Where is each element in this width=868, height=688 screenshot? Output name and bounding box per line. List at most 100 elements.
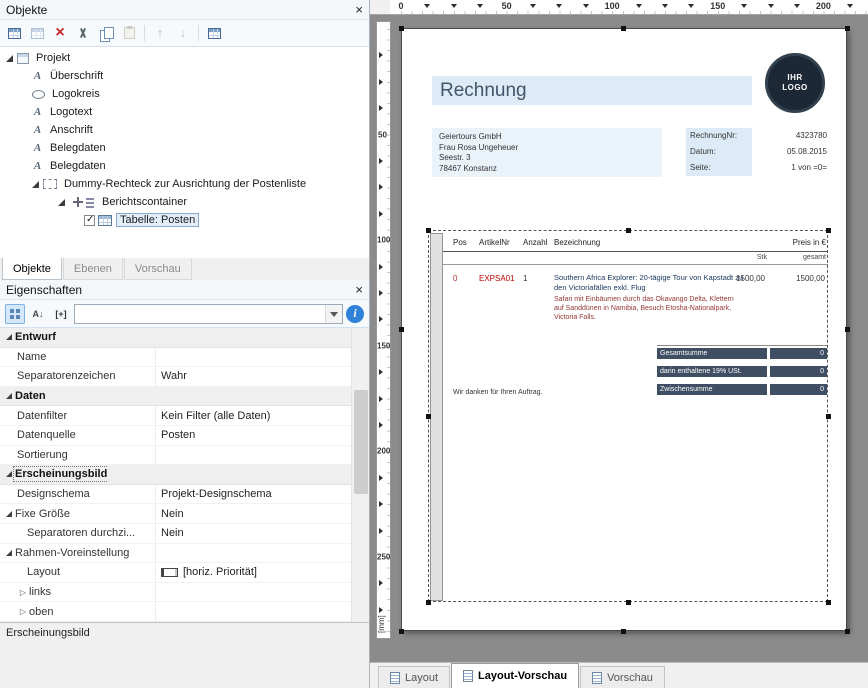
property-row[interactable]: Designschema Projekt-Designschema	[0, 485, 352, 505]
expression-mode-button[interactable]	[51, 304, 71, 324]
tree-item-checkbox[interactable]	[84, 215, 95, 226]
property-expander-icon[interactable]	[3, 393, 15, 399]
property-expander-icon[interactable]	[17, 588, 29, 597]
property-grid-scrollbar[interactable]	[351, 328, 369, 622]
tree-expander-icon[interactable]	[58, 199, 69, 206]
tree-item[interactable]: Anschrift	[0, 121, 369, 139]
selection-handle[interactable]	[845, 629, 850, 634]
copy-button[interactable]	[95, 23, 117, 44]
property-row[interactable]: Erscheinungsbild	[0, 465, 352, 485]
selection-handle[interactable]	[426, 414, 431, 419]
logo-circle-object[interactable]: IHR LOGO	[765, 53, 825, 113]
property-value: Nein	[161, 527, 184, 539]
selection-handle[interactable]	[399, 629, 404, 634]
selection-handle[interactable]	[826, 228, 831, 233]
table-subheader-row[interactable]: Stk gesamt	[443, 252, 828, 265]
selection-handle[interactable]	[626, 228, 631, 233]
tree-item[interactable]: Dummy-Rechteck zur Ausrichtung der Poste…	[0, 175, 369, 193]
property-expander-icon[interactable]	[3, 550, 15, 556]
ruler-number: 0	[398, 1, 403, 11]
property-row[interactable]: Separatorenzeichen Wahr	[0, 367, 352, 387]
property-expander-icon[interactable]	[17, 607, 29, 616]
property-row[interactable]: Datenfilter Kein Filter (alle Daten)	[0, 406, 352, 426]
property-row[interactable]: Separatoren durchzi... Nein	[0, 524, 352, 544]
address-object[interactable]: Geiertours GmbHFrau Rosa UngeheuerSeestr…	[432, 128, 662, 177]
selection-handle[interactable]	[399, 26, 404, 31]
chevron-down-icon[interactable]	[325, 305, 342, 323]
property-value-cell[interactable]: Kein Filter (alle Daten)	[156, 410, 352, 422]
property-value-cell[interactable]: Wahr	[156, 370, 352, 382]
property-row[interactable]: links	[0, 583, 352, 603]
delete-button[interactable]	[49, 23, 71, 44]
selection-handle[interactable]	[426, 600, 431, 605]
document-meta-object[interactable]: RechnungNr: 4323780 Datum: 05.08.2015 Se…	[686, 128, 827, 176]
tree-item[interactable]: Berichtscontainer	[0, 193, 369, 211]
property-value-cell[interactable]: Nein	[156, 508, 352, 520]
property-row[interactable]: Entwurf	[0, 328, 352, 348]
selection-handle[interactable]	[399, 327, 404, 332]
move-up-button[interactable]	[149, 23, 171, 44]
tree-item[interactable]: Projekt	[0, 49, 369, 67]
property-filter-combobox[interactable]	[74, 304, 343, 324]
totals-block[interactable]: Gesamtsumme 0 darin enthaltene 19% USt. …	[657, 345, 827, 402]
property-value: [horiz. Priorität]	[183, 566, 257, 578]
alphabetical-sort-button[interactable]	[28, 304, 48, 324]
property-expander-icon[interactable]	[3, 471, 15, 477]
property-row[interactable]: Layout [horiz. Priorität]	[0, 563, 352, 583]
selection-handle[interactable]	[621, 26, 626, 31]
categorized-view-button[interactable]	[5, 304, 25, 324]
panel-tab[interactable]: Vorschau	[124, 258, 192, 280]
tree-item[interactable]: Überschrift	[0, 67, 369, 85]
edit-contents-button[interactable]	[203, 23, 225, 44]
tree-item[interactable]: Belegdaten	[0, 157, 369, 175]
table-left-strip[interactable]	[430, 233, 443, 601]
property-value-cell[interactable]: Nein	[156, 527, 352, 539]
tree-expander-icon[interactable]	[6, 55, 17, 62]
property-expander-icon[interactable]	[3, 511, 15, 517]
table-header-row[interactable]: Pos ArtikelNr Anzahl Bezeichnung Preis i…	[443, 235, 828, 252]
insert-object-button[interactable]	[3, 23, 25, 44]
property-row[interactable]: Name	[0, 348, 352, 368]
selection-handle[interactable]	[621, 629, 626, 634]
tree-item[interactable]: Logokreis	[0, 85, 369, 103]
selection-handle[interactable]	[626, 600, 631, 605]
property-row[interactable]: Datenquelle Posten	[0, 426, 352, 446]
property-value-cell[interactable]: [horiz. Priorität]	[156, 566, 352, 578]
scrollbar-thumb[interactable]	[354, 390, 368, 494]
selection-handle[interactable]	[845, 26, 850, 31]
report-page[interactable]: Rechnung IHR LOGO Geiertours GmbHFrau Ro…	[401, 28, 847, 631]
row-price-total: 1500,00	[796, 274, 825, 283]
paste-button[interactable]	[118, 23, 140, 44]
view-tab[interactable]: Layout	[378, 666, 450, 688]
view-tab-bar: Layout Layout-Vorschau Vorschau	[370, 662, 868, 688]
view-tab[interactable]: Vorschau	[580, 666, 665, 688]
property-row[interactable]: oben	[0, 602, 352, 622]
invoice-title-object[interactable]: Rechnung	[432, 76, 752, 105]
tree-item[interactable]: Belegdaten	[0, 139, 369, 157]
property-row[interactable]: Fixe Größe Nein	[0, 504, 352, 524]
close-icon[interactable]: ×	[355, 283, 363, 296]
property-row[interactable]: Daten	[0, 387, 352, 407]
property-row[interactable]: Sortierung	[0, 446, 352, 466]
tree-item[interactable]: Logotext	[0, 103, 369, 121]
panel-tab[interactable]: Objekte	[2, 258, 62, 280]
selection-handle[interactable]	[845, 327, 850, 332]
insert-table-button[interactable]	[26, 23, 48, 44]
property-value-cell[interactable]: Projekt-Designschema	[156, 488, 352, 500]
tree-expander-icon[interactable]	[32, 181, 43, 188]
selection-handle[interactable]	[826, 600, 831, 605]
close-icon[interactable]: ×	[355, 3, 363, 16]
properties-toolbar-icon	[55, 308, 66, 320]
property-expander-icon[interactable]	[3, 334, 15, 340]
panel-tab[interactable]: Ebenen	[63, 258, 123, 280]
selection-handle[interactable]	[826, 414, 831, 419]
property-row[interactable]: Rahmen-Voreinstellung	[0, 544, 352, 564]
tree-item[interactable]: Tabelle: Posten	[0, 211, 369, 229]
cut-button[interactable]	[72, 23, 94, 44]
property-value-cell[interactable]: Posten	[156, 429, 352, 441]
selection-handle[interactable]	[426, 228, 431, 233]
design-canvas[interactable]: [mm] 50 100 150 200 250 Rechnung IHR LOG…	[370, 15, 868, 662]
info-icon[interactable]: i	[346, 305, 364, 323]
view-tab[interactable]: Layout-Vorschau	[451, 663, 579, 688]
move-down-button[interactable]	[172, 23, 194, 44]
